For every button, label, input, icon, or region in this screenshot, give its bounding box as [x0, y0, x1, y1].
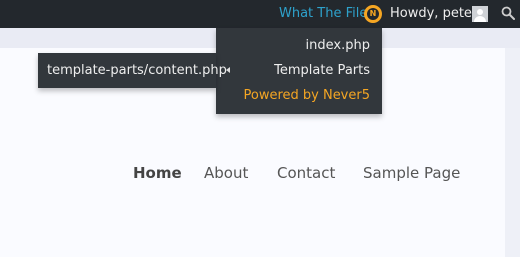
what-the-file-dropdown: index.php Template Parts Powered by Neve… [216, 28, 382, 114]
account-greeting[interactable]: Howdy, peter [390, 6, 477, 21]
avatar-head-shape [477, 9, 483, 15]
nav-about-link[interactable]: About [204, 164, 248, 182]
never5-logo-icon[interactable]: N [364, 5, 382, 23]
menu-item-powered-by[interactable]: Powered by Never5 [243, 88, 370, 103]
menu-item-index-php[interactable]: index.php [306, 38, 370, 53]
submenu-item-content-php[interactable]: template-parts/content.php [47, 63, 227, 78]
what-the-file-menu[interactable]: What The File [279, 6, 367, 21]
menu-item-template-parts[interactable]: Template Parts [274, 63, 370, 78]
admin-bar: What The File N Howdy, peter [0, 0, 520, 28]
logo-glyph: N [367, 8, 379, 20]
nav-home-link[interactable]: Home [133, 164, 182, 182]
screen: Home About Contact Sample Page What The … [0, 0, 520, 257]
nav-sample-page-link[interactable]: Sample Page [363, 164, 460, 182]
avatar-body-shape [474, 16, 486, 22]
user-avatar-icon[interactable] [472, 6, 488, 22]
page-right-edge [505, 48, 520, 257]
search-icon[interactable] [501, 6, 515, 20]
template-parts-submenu: template-parts/content.php [38, 53, 227, 88]
nav-contact-link[interactable]: Contact [277, 164, 335, 182]
